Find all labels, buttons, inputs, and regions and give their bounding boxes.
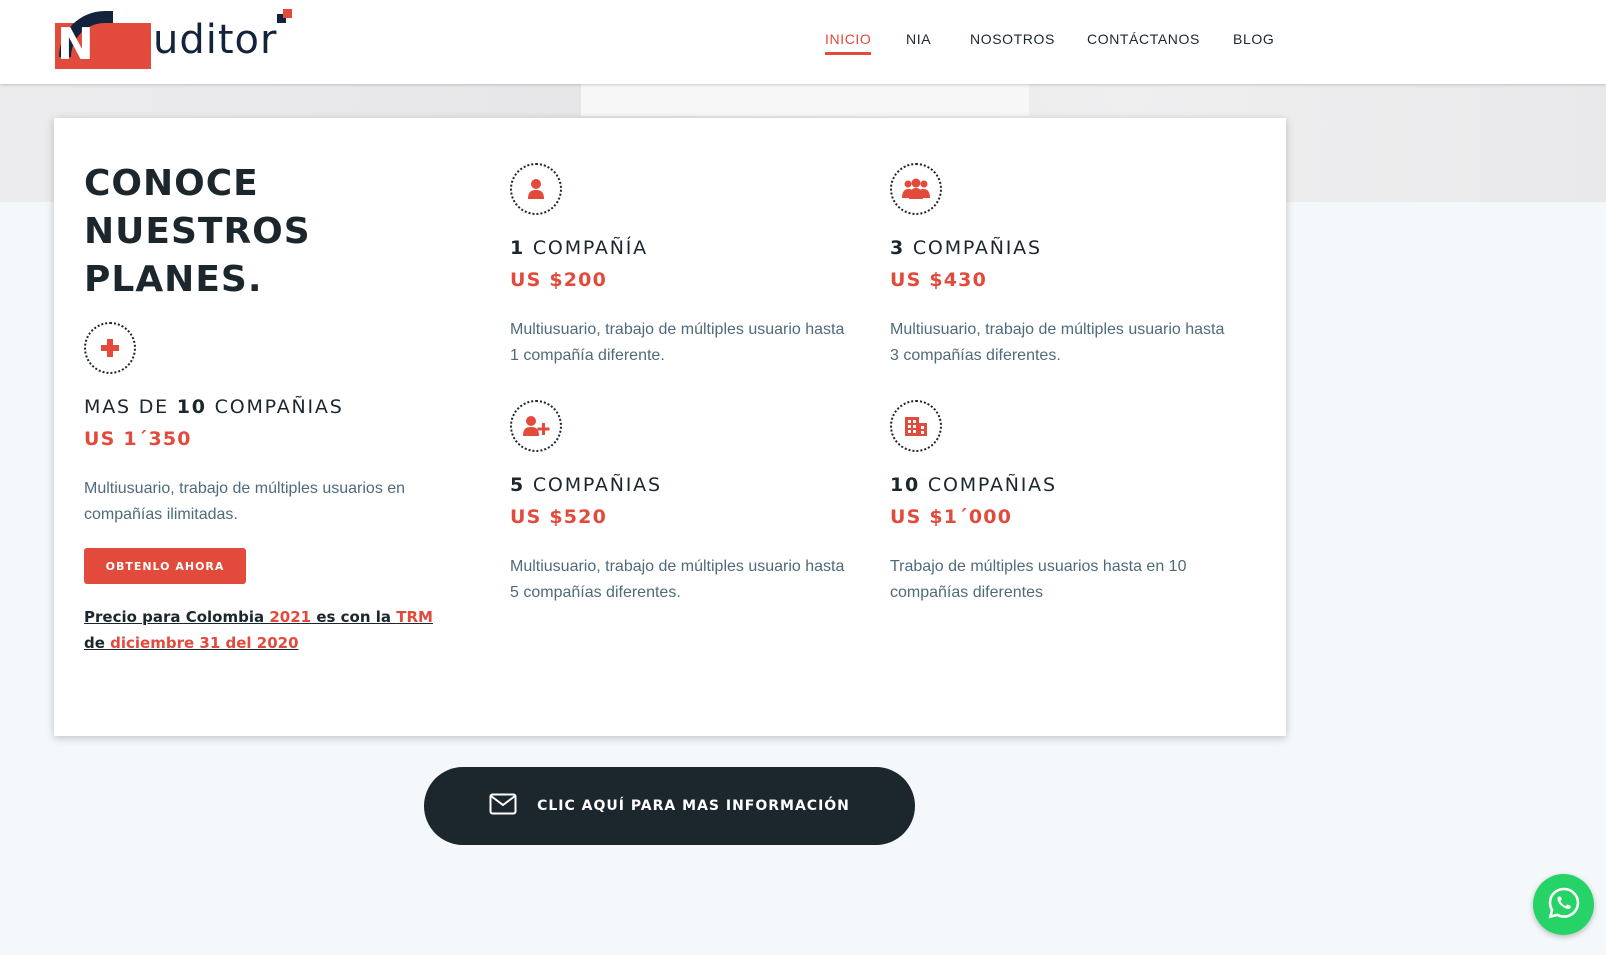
plan-desc-5: Multiusuario, trabajo de múltiples usuar… [510, 558, 845, 601]
plans-title-line2: NUESTROS [84, 211, 311, 252]
plans-title: CONOCE NUESTROS PLANES. [84, 160, 444, 304]
hero-background-panel [581, 84, 1029, 116]
plan-desc-3: Multiusuario, trabajo de múltiples usuar… [890, 321, 1225, 364]
plan-desc-10: Trabajo de múltiples usuarios hasta en 1… [890, 558, 1187, 601]
trm-price-note[interactable]: Precio para Colombia 2021 es con la TRM … [84, 604, 434, 656]
nav-item-contactanos[interactable]: CONTÁCTANOS [1087, 29, 1200, 55]
logo-square-red [283, 9, 292, 18]
plan-name-3: 3 COMPAÑIAS [890, 237, 1042, 259]
more-info-label: CLIC AQUÍ PARA MAS INFORMACIÓN [537, 798, 850, 814]
nav-item-inicio[interactable]: INICIO [825, 29, 872, 55]
plan-price-5: US $520 [510, 506, 608, 528]
plan-price-3: US $430 [890, 269, 988, 291]
plans-title-line3: PLANES. [84, 259, 263, 300]
get-it-now-button[interactable]: OBTENLO AHORA [84, 548, 246, 584]
more-info-button[interactable]: CLIC AQUÍ PARA MAS INFORMACIÓN [424, 767, 915, 845]
plan-price-10plus: US 1´350 [84, 428, 192, 450]
main-nav: INICIO NIA NOSOTROS CONTÁCTANOS BLOG [0, 29, 1606, 59]
plan-name-10: 10 COMPAÑIAS [890, 474, 1057, 496]
plan-price-10: US $1´000 [890, 506, 1013, 528]
plan-name-1: 1 COMPAÑÍA [510, 237, 648, 259]
building-icon [890, 400, 942, 452]
plan-desc-1: Multiusuario, trabajo de múltiples usuar… [510, 321, 845, 364]
users-group-icon [890, 163, 942, 215]
plans-title-line1: CONOCE [84, 163, 259, 204]
whatsapp-button[interactable] [1533, 874, 1594, 935]
user-icon [510, 163, 562, 215]
plus-icon [84, 322, 136, 374]
site-header: N uditor INICIO NIA NOSOTROS CONTÁCTANOS… [0, 0, 1606, 84]
user-plus-icon [510, 400, 562, 452]
plan-price-1: US $200 [510, 269, 608, 291]
nav-item-nia[interactable]: NIA [906, 29, 931, 55]
plan-desc-10plus: Multiusuario, trabajo de múltiples usuar… [84, 480, 406, 523]
nav-item-blog[interactable]: BLOG [1233, 29, 1274, 55]
plans-card: CONOCE NUESTROS PLANES. MAS DE 10 COMPAÑ… [54, 118, 1286, 736]
nav-item-nosotros[interactable]: NOSOTROS [970, 29, 1055, 55]
plan-name-10plus: MAS DE 10 COMPAÑIAS [84, 396, 344, 418]
plan-name-5: 5 COMPAÑIAS [510, 474, 662, 496]
envelope-icon [489, 793, 517, 819]
whatsapp-icon [1546, 885, 1582, 925]
